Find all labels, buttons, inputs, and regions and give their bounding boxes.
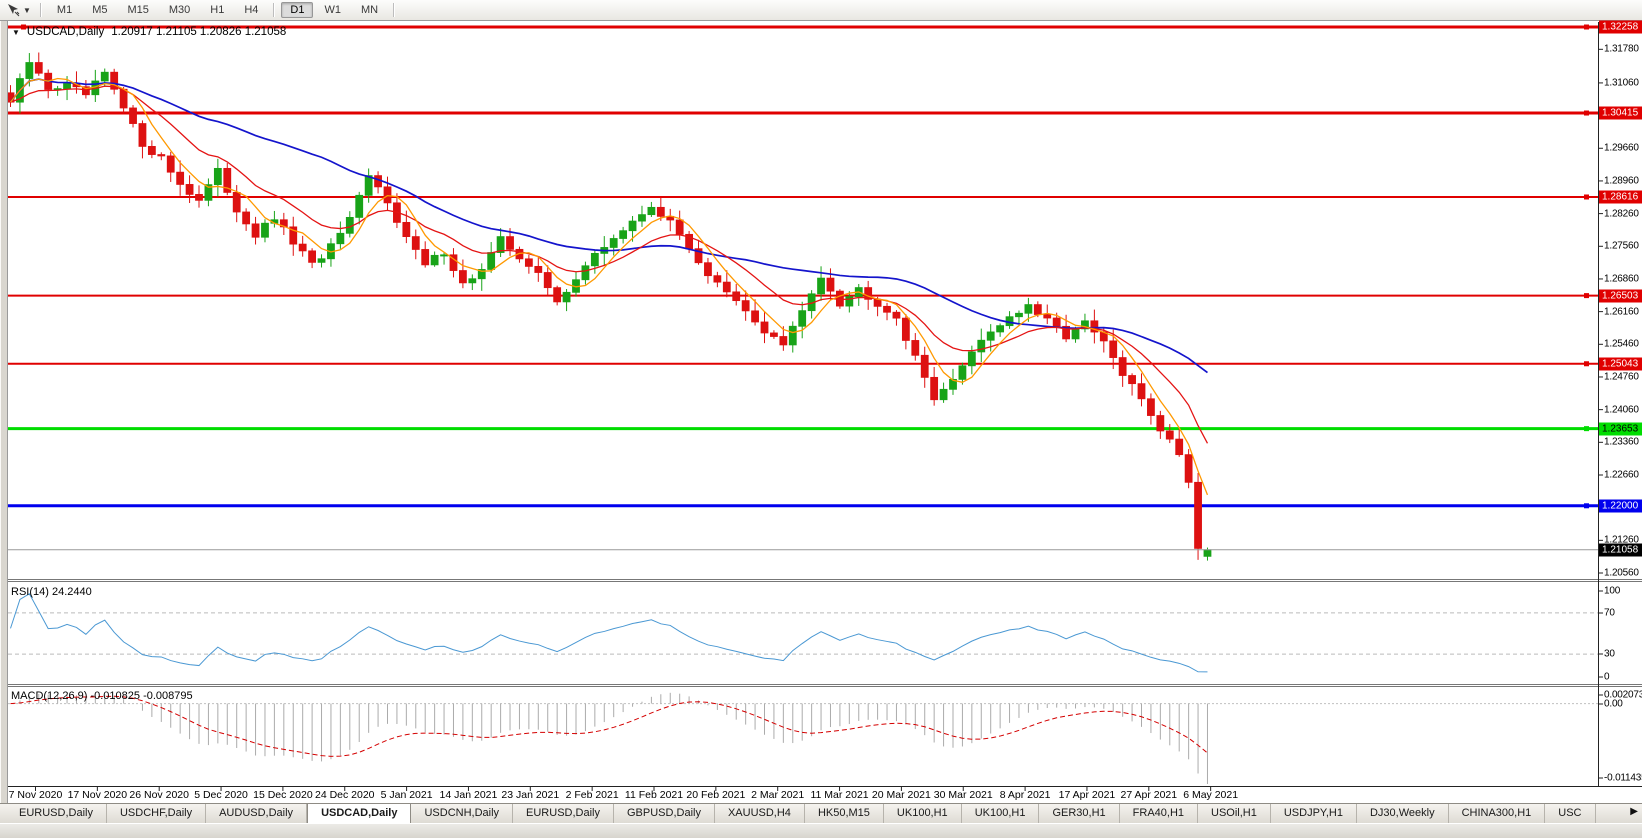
- toolbar-separator: [40, 3, 42, 17]
- chart-tab-uk100-h1[interactable]: UK100,H1: [884, 804, 962, 823]
- chart-tab-fra40-h1[interactable]: FRA40,H1: [1120, 804, 1198, 823]
- timeframe-button-mn[interactable]: MN: [352, 2, 387, 18]
- chart-canvas[interactable]: [0, 0, 1642, 838]
- chart-title: ▼ USDCAD,Daily 1.20917 1.21105 1.20826 1…: [12, 26, 286, 38]
- chart-tab-usdjpy-h1[interactable]: USDJPY,H1: [1271, 804, 1357, 823]
- chart-tab-bar: EURUSD,DailyUSDCHF,DailyAUDUSD,DailyUSDC…: [0, 803, 1642, 823]
- chart-tab-dj30-weekly[interactable]: DJ30,Weekly: [1357, 804, 1449, 823]
- timeframe-button-group: M1M5M15M30H1H4 D1W1MN: [47, 2, 388, 18]
- chart-tab-eurusd-daily[interactable]: EURUSD,Daily: [6, 804, 107, 823]
- timeframe-button-h4[interactable]: H4: [235, 2, 267, 18]
- timeframe-button-m5[interactable]: M5: [83, 2, 116, 18]
- timeframe-button-h1[interactable]: H1: [201, 2, 233, 18]
- chart-tab-gbpusd-daily[interactable]: GBPUSD,Daily: [614, 804, 715, 823]
- chart-tab-eurusd-daily[interactable]: EURUSD,Daily: [513, 804, 614, 823]
- timeframe-button-m1[interactable]: M1: [48, 2, 81, 18]
- chart-tab-audusd-daily[interactable]: AUDUSD,Daily: [206, 804, 307, 823]
- chart-tab-xauusd-h4[interactable]: XAUUSD,H4: [715, 804, 805, 823]
- timeframe-button-m15[interactable]: M15: [118, 2, 157, 18]
- chart-ohlc-values: 1.20917 1.21105 1.20826 1.21058: [111, 26, 286, 38]
- macd-indicator-label: MACD(12,26,9) -0.010825 -0.008795: [11, 690, 193, 702]
- tool-dropdown-arrow-icon[interactable]: ▼: [22, 6, 35, 15]
- chart-tab-usdcad-daily[interactable]: USDCAD,Daily: [307, 804, 411, 823]
- toolbar: ▼ M1M5M15M30H1H4 D1W1MN: [0, 0, 1642, 21]
- chart-tab-usdchf-daily[interactable]: USDCHF,Daily: [107, 804, 206, 823]
- chart-tab-china300-h1[interactable]: CHINA300,H1: [1449, 804, 1546, 823]
- chart-tab-usoil-h1[interactable]: USOil,H1: [1198, 804, 1271, 823]
- rsi-indicator-label: RSI(14) 24.2440: [11, 586, 92, 598]
- chart-tab-usdcnh-daily[interactable]: USDCNH,Daily: [411, 804, 513, 823]
- crosshair-tool-icon[interactable]: [4, 2, 22, 18]
- toolbar-separator: [273, 3, 275, 17]
- chart-tab-usc[interactable]: USC: [1545, 804, 1595, 823]
- mt4-window: ▼ M1M5M15M30H1H4 D1W1MN ▼ USDCAD,Daily 1.…: [0, 0, 1642, 838]
- chart-tab-uk100-h1[interactable]: UK100,H1: [962, 804, 1040, 823]
- chart-symbol-label: USDCAD,Daily: [27, 26, 104, 38]
- timeframe-button-w1[interactable]: W1: [315, 2, 350, 18]
- left-splitter[interactable]: [0, 21, 8, 803]
- timeframe-button-d1[interactable]: D1: [281, 2, 313, 18]
- chart-tab-hk50-m15[interactable]: HK50,M15: [805, 804, 884, 823]
- toolbar-separator: [393, 3, 395, 17]
- chart-tab-ger30-h1[interactable]: GER30,H1: [1039, 804, 1119, 823]
- status-bar: [0, 823, 1642, 838]
- timeframe-button-m30[interactable]: M30: [160, 2, 199, 18]
- tab-scroll-right-button[interactable]: ▶: [1630, 806, 1638, 817]
- collapse-arrow-icon[interactable]: ▼: [12, 28, 20, 37]
